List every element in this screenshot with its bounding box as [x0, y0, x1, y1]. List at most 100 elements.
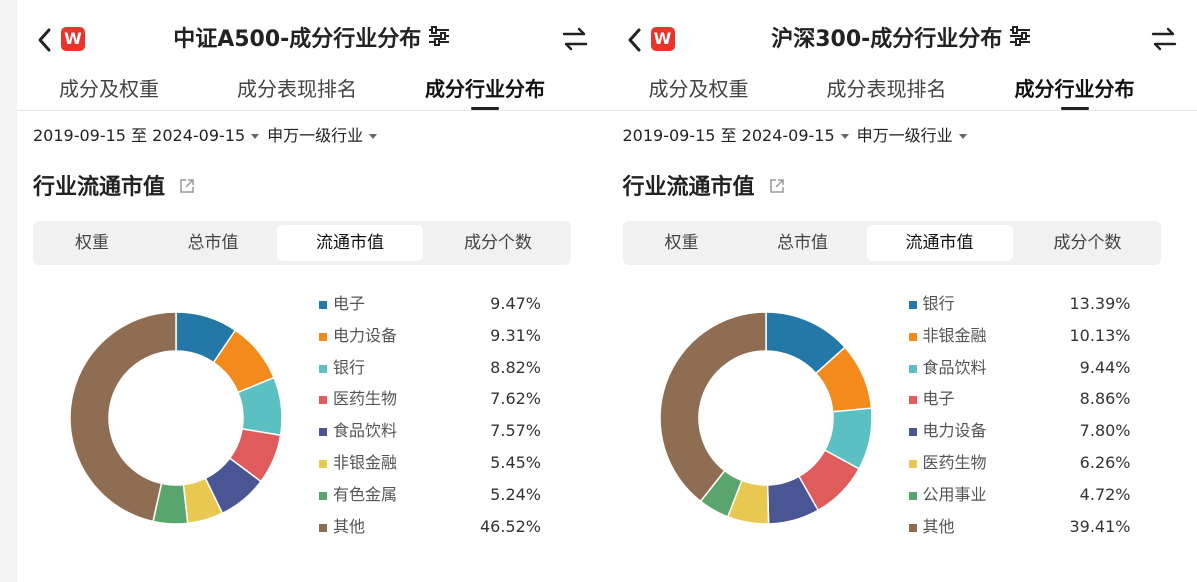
legend-label: 有色金属 — [333, 484, 398, 504]
metric-segmented-control: 权重 总市值 流通市值 成分个数 — [33, 221, 571, 265]
filter-settings-icon[interactable] — [1008, 24, 1032, 56]
legend-item[interactable]: 非银金融 5.45% — [319, 450, 559, 482]
tab-industry-distribution[interactable]: 成分行业分布 — [1015, 74, 1135, 110]
tab-constituents-weight[interactable]: 成分及权重 — [59, 74, 159, 104]
legend-swatch — [319, 364, 327, 373]
industry-classification-dropdown[interactable]: 申万一级行业 — [857, 126, 953, 145]
page-title: 中证A500-成分行业分布 — [17, 24, 608, 56]
legend-swatch — [319, 523, 327, 532]
share-icon[interactable] — [769, 172, 785, 204]
legend-swatch — [908, 428, 917, 437]
legend-label: 医药生物 — [333, 389, 398, 409]
panel-csi-a500: W 中证A500-成分行业分布 成分及权重 成分表现排名 成分行业分布 2019… — [17, 0, 608, 582]
chevron-down-icon — [369, 134, 378, 139]
legend-item[interactable]: 医药生物 6.26% — [908, 450, 1149, 482]
donut-chart — [69, 311, 283, 525]
legend-label: 食品饮料 — [333, 421, 398, 441]
segment-total-market-cap[interactable]: 总市值 — [743, 225, 863, 261]
legend-label: 公用事业 — [922, 484, 987, 504]
legend-value: 5.45% — [490, 452, 541, 472]
legend-label: 银行 — [922, 294, 955, 313]
swap-icon[interactable] — [1151, 26, 1177, 56]
legend-item[interactable]: 电子 9.47% — [319, 291, 559, 323]
segment-total-market-cap[interactable]: 总市值 — [153, 225, 273, 261]
segment-constituent-count[interactable]: 成分个数 — [1019, 225, 1157, 261]
segment-float-market-cap[interactable]: 流通市值 — [277, 225, 423, 261]
legend-label: 非银金融 — [333, 452, 398, 472]
legend-item[interactable]: 食品饮料 7.57% — [319, 418, 559, 450]
legend-swatch — [319, 332, 327, 341]
legend-value: 9.47% — [490, 294, 541, 313]
legend-item[interactable]: 医药生物 7.62% — [319, 386, 559, 418]
legend-value: 9.31% — [490, 325, 541, 345]
legend-value: 7.80% — [1079, 421, 1131, 441]
legend-swatch — [319, 428, 327, 437]
legend-swatch — [319, 491, 327, 500]
date-range-dropdown[interactable]: 2019-09-15 至 2024-09-15 — [623, 126, 835, 145]
donut-slice-7[interactable] — [69, 311, 177, 523]
filter-settings-icon[interactable] — [427, 24, 451, 56]
legend-value: 46.52% — [479, 516, 541, 536]
legend-value: 6.26% — [1079, 452, 1131, 472]
date-range-dropdown[interactable]: 2019-09-15 至 2024-09-15 — [33, 126, 245, 145]
chart-legend: 电子 9.47% 电力设备 9.31% 银行 8.82% 医药生物 7.62% 食品饮料 7.57… — [319, 291, 559, 545]
donut-slice-7[interactable] — [658, 311, 767, 503]
segment-float-market-cap[interactable]: 流通市值 — [866, 225, 1013, 261]
legend-value: 8.82% — [490, 357, 541, 377]
legend-item[interactable]: 银行 13.39% — [908, 291, 1149, 323]
legend-swatch — [319, 459, 327, 468]
section-title: 行业流通市值 — [33, 175, 166, 200]
swap-icon[interactable] — [562, 26, 588, 56]
legend-item[interactable]: 其他 39.41% — [908, 514, 1149, 546]
legend-label: 电力设备 — [922, 421, 987, 441]
legend-swatch — [319, 396, 327, 405]
page-title-text: 沪深300-成分行业分布 — [771, 27, 1003, 52]
legend-swatch — [908, 364, 917, 373]
legend-value: 7.57% — [490, 421, 541, 441]
panel-csi-300: W 沪深300-成分行业分布 成分及权重 成分表现排名 成分行业分布 2019-… — [606, 0, 1197, 582]
metric-segmented-control: 权重 总市值 流通市值 成分个数 — [622, 221, 1161, 265]
legend-item[interactable]: 电子 8.86% — [908, 386, 1149, 418]
legend-swatch — [908, 301, 917, 309]
chart-card: 电子 9.47% 电力设备 9.31% 银行 8.82% 医药生物 7.62% 食品饮料 7.57… — [33, 273, 571, 557]
legend-label: 电子 — [333, 294, 366, 313]
share-icon[interactable] — [179, 172, 195, 204]
industry-classification-dropdown[interactable]: 申万一级行业 — [267, 126, 363, 145]
legend-swatch — [319, 301, 327, 309]
legend-value: 13.39% — [1069, 294, 1131, 313]
legend-value: 5.24% — [490, 484, 541, 504]
header: W 中证A500-成分行业分布 — [17, 0, 608, 78]
chevron-down-icon — [840, 134, 849, 139]
tab-bar: 成分及权重 成分表现排名 成分行业分布 — [17, 74, 608, 111]
filter-row: 2019-09-15 至 2024-09-15 申万一级行业 — [623, 124, 975, 148]
segment-weight[interactable]: 权重 — [627, 225, 737, 261]
tab-constituents-weight[interactable]: 成分及权重 — [649, 74, 749, 104]
segment-constituent-count[interactable]: 成分个数 — [429, 225, 567, 261]
legend-item[interactable]: 非银金融 10.13% — [908, 323, 1149, 355]
section-header: 行业流通市值 — [33, 172, 195, 204]
legend-label: 食品饮料 — [922, 357, 987, 377]
legend-item[interactable]: 有色金属 5.24% — [319, 482, 559, 514]
filter-row: 2019-09-15 至 2024-09-15 申万一级行业 — [33, 124, 385, 148]
legend-swatch — [908, 396, 917, 405]
legend-label: 其他 — [922, 516, 955, 536]
legend-value: 39.41% — [1069, 516, 1131, 536]
legend-item[interactable]: 食品饮料 9.44% — [908, 355, 1149, 387]
legend-item[interactable]: 其他 46.52% — [319, 514, 559, 546]
donut-chart — [658, 311, 873, 525]
chart-card: 银行 13.39% 非银金融 10.13% 食品饮料 9.44% 电子 8.86% 电力设备 7.… — [622, 273, 1161, 557]
tab-performance-ranking[interactable]: 成分表现排名 — [237, 74, 357, 104]
legend-label: 银行 — [333, 357, 366, 377]
tab-performance-ranking[interactable]: 成分表现排名 — [827, 74, 947, 104]
legend-label: 其他 — [333, 516, 366, 536]
legend-value: 8.86% — [1079, 389, 1131, 409]
chevron-down-icon — [958, 134, 967, 139]
legend-item[interactable]: 电力设备 9.31% — [319, 323, 559, 355]
legend-item[interactable]: 银行 8.82% — [319, 355, 559, 387]
legend-item[interactable]: 公用事业 4.72% — [908, 482, 1149, 514]
legend-item[interactable]: 电力设备 7.80% — [908, 418, 1149, 450]
legend-label: 电子 — [922, 389, 955, 409]
segment-weight[interactable]: 权重 — [37, 225, 147, 261]
legend-label: 电力设备 — [333, 325, 398, 345]
tab-industry-distribution[interactable]: 成分行业分布 — [425, 74, 545, 110]
